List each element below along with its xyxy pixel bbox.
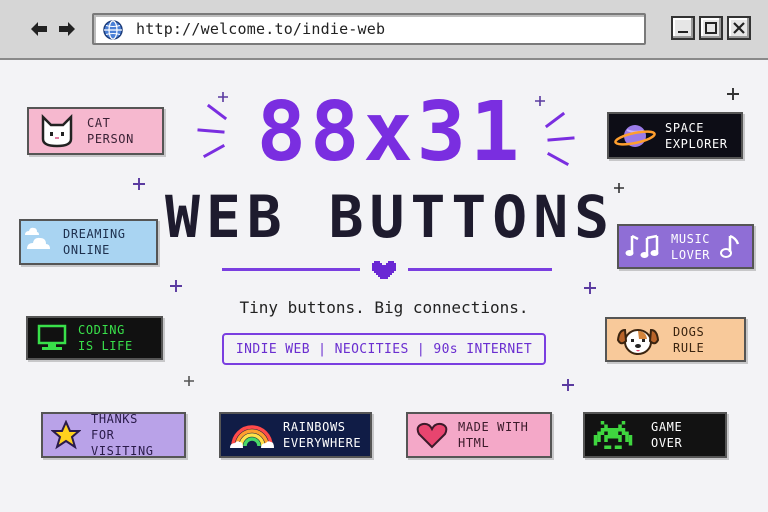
address-bar[interactable]: http://welcome.to/indie-web	[92, 13, 646, 45]
forward-arrow-icon[interactable]	[56, 18, 78, 40]
minimize-button[interactable]	[671, 16, 695, 40]
tagline: Tiny buttons. Big connections.	[239, 298, 529, 317]
badge-label: SPACE EXPLORER	[665, 120, 728, 151]
sparkle-icon	[584, 282, 596, 294]
badge-label: MADE WITH HTML	[458, 420, 529, 450]
badge-dreaming-online[interactable]: DREAMING ONLINE	[19, 219, 158, 265]
maximize-button[interactable]	[699, 16, 723, 40]
maximize-icon	[705, 22, 717, 34]
sparkle-icon	[170, 280, 182, 292]
badge-coding-is-life[interactable]: CODING IS LIFE	[26, 316, 163, 360]
music-note-icon	[625, 234, 659, 258]
back-arrow-icon[interactable]	[28, 18, 50, 40]
computer-icon	[37, 324, 67, 350]
music-note-icon	[720, 234, 740, 258]
planet-icon	[614, 124, 656, 147]
badge-label: CODING IS LIFE	[78, 323, 133, 353]
sparkle-icon	[535, 96, 545, 106]
globe-icon	[103, 20, 123, 40]
badge-game-over[interactable]: GAME OVER	[583, 412, 727, 458]
badge-label: RAINBOWS EVERYWHERE	[283, 420, 362, 450]
badge-label: DOGS RULE	[673, 324, 705, 355]
badge-music-lover[interactable]: MUSIC LOVER	[617, 224, 754, 269]
browser-chrome: http://welcome.to/indie-web	[0, 0, 768, 60]
heart-divider-icon	[372, 261, 396, 279]
space-invader-icon	[593, 421, 633, 449]
badge-space-explorer[interactable]: SPACE EXPLORER	[607, 112, 743, 159]
badge-thanks-for-visiting[interactable]: THANKS FOR VISITING	[41, 412, 186, 458]
sparkle-icon	[562, 379, 574, 391]
divider-left	[222, 268, 360, 271]
sparkle-icon	[133, 178, 145, 190]
badge-label: THANKS FOR VISITING	[91, 412, 154, 458]
star-icon	[51, 420, 81, 450]
badge-label: CAT PERSON	[87, 116, 134, 146]
sparkle-icon	[727, 88, 739, 100]
rainbow-icon	[230, 425, 274, 448]
cat-icon	[41, 113, 73, 148]
cloud-icon	[25, 227, 50, 249]
title-web-buttons: WEB BUTTONS	[164, 183, 616, 251]
url-text[interactable]: http://welcome.to/indie-web	[136, 20, 385, 38]
badge-made-with-html[interactable]: MADE WITH HTML	[406, 412, 552, 458]
badge-cat-person[interactable]: CAT PERSON	[27, 107, 164, 155]
badge-label: DREAMING ONLINE	[63, 227, 126, 257]
sparkle-icon	[614, 183, 624, 193]
badge-dogs-rule[interactable]: DOGS RULE	[605, 317, 746, 362]
divider-right	[408, 268, 552, 271]
minimize-icon	[678, 31, 688, 33]
dog-icon	[616, 328, 660, 355]
close-button[interactable]	[727, 16, 751, 40]
close-icon	[733, 22, 745, 34]
badge-label: GAME OVER	[651, 420, 683, 450]
sparkle-icon	[184, 376, 194, 386]
badge-label: MUSIC LOVER	[671, 231, 711, 262]
badge-rainbows-everywhere[interactable]: RAINBOWS EVERYWHERE	[219, 412, 372, 458]
sparkle-icon	[218, 92, 228, 102]
tags-pill: INDIE WEB | NEOCITIES | 90s INTERNET	[222, 333, 546, 365]
heart-icon	[416, 422, 448, 449]
